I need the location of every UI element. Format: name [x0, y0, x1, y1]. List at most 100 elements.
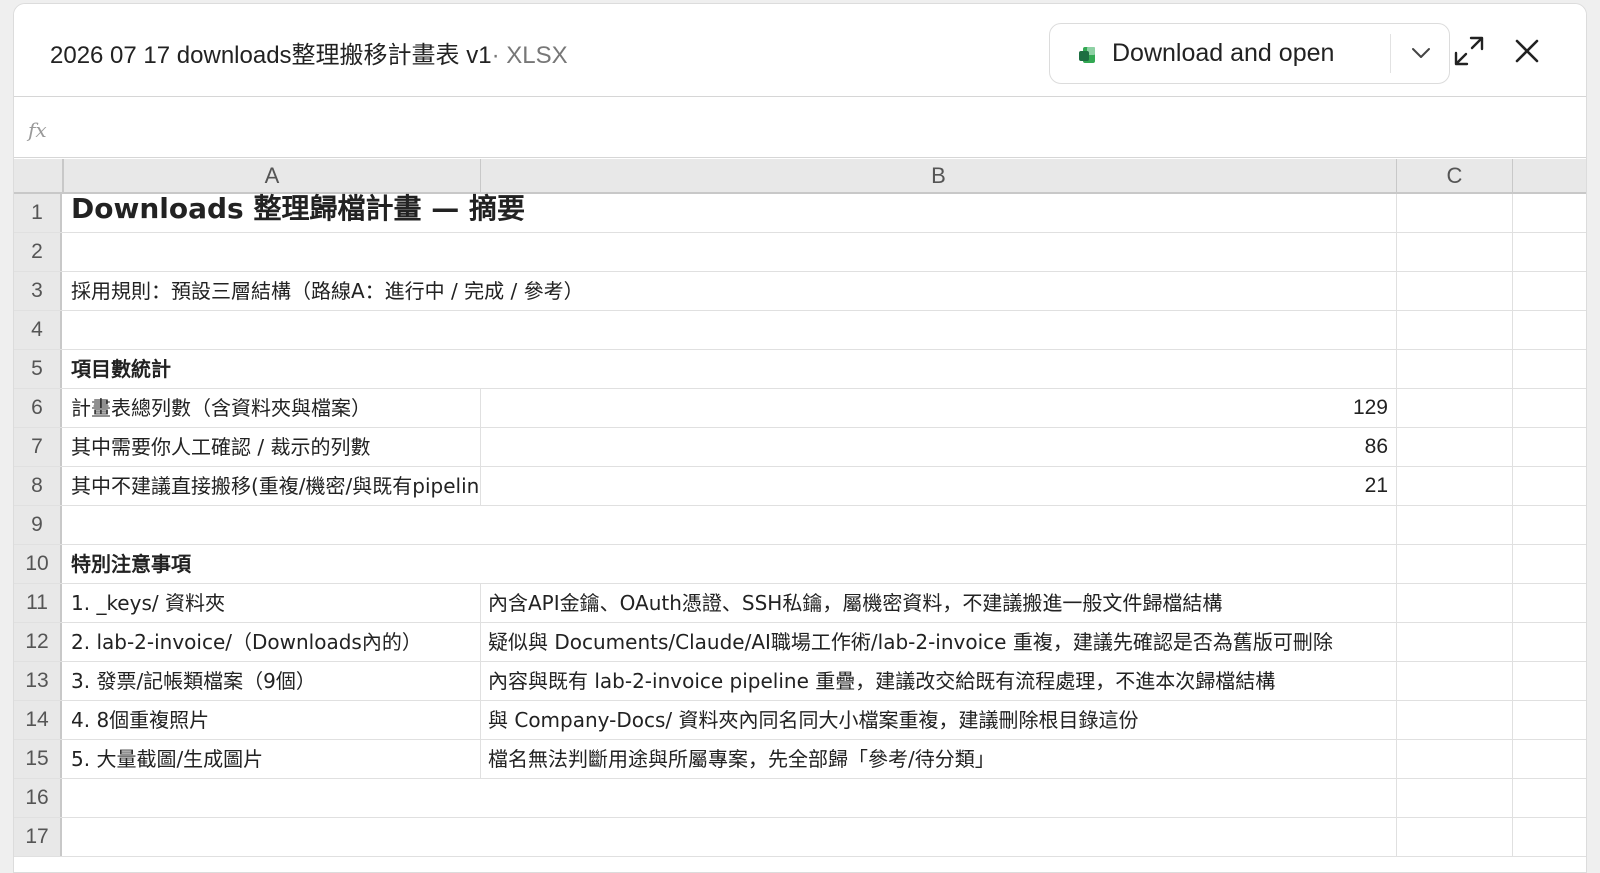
table-row: 10 特別注意事項: [14, 545, 1586, 584]
row-header[interactable]: 14: [14, 701, 62, 739]
cell-b5[interactable]: [481, 350, 1397, 388]
cell-a2[interactable]: [64, 233, 481, 271]
cell-d7[interactable]: [1513, 428, 1586, 466]
column-header-d[interactable]: [1513, 159, 1586, 192]
cell-d8[interactable]: [1513, 467, 1586, 505]
row-header[interactable]: 13: [14, 662, 62, 700]
cell-c10[interactable]: [1397, 545, 1513, 583]
cell-b13[interactable]: 內容與既有 lab-2-invoice pipeline 重疊，建議改交給既有流…: [481, 662, 1397, 700]
cell-a17[interactable]: [64, 818, 481, 856]
cell-c6[interactable]: [1397, 389, 1513, 427]
cell-b12[interactable]: 疑似與 Documents/Claude/AI職場工作術/lab-2-invoi…: [481, 623, 1397, 661]
row-header[interactable]: 8: [14, 467, 62, 505]
row-header[interactable]: 3: [14, 272, 62, 310]
cell-d5[interactable]: [1513, 350, 1586, 388]
row-header[interactable]: 2: [14, 233, 62, 271]
cell-d6[interactable]: [1513, 389, 1586, 427]
cell-a6[interactable]: 計畫表總列數（含資料夾與檔案）: [64, 389, 481, 427]
row-header[interactable]: 16: [14, 779, 62, 817]
cell-a7[interactable]: 其中需要你人工確認 / 裁示的列數: [64, 428, 481, 466]
cell-a10[interactable]: 特別注意事項: [64, 545, 481, 583]
cell-a1[interactable]: Downloads 整理歸檔計畫 — 摘要: [64, 194, 525, 232]
cell-d10[interactable]: [1513, 545, 1586, 583]
cell-b9[interactable]: [481, 506, 1397, 544]
row-header[interactable]: 1: [14, 194, 62, 232]
cell-a9[interactable]: [64, 506, 481, 544]
cell-a14[interactable]: 4. 8個重複照片: [64, 701, 481, 739]
column-header-a[interactable]: A: [64, 159, 481, 192]
cell-d12[interactable]: [1513, 623, 1586, 661]
row-header[interactable]: 12: [14, 623, 62, 661]
expand-button[interactable]: [1452, 34, 1486, 68]
table-row: 7 其中需要你人工確認 / 裁示的列數 86: [14, 428, 1586, 467]
cell-a11[interactable]: 1. _keys/ 資料夾: [64, 584, 481, 622]
cell-d9[interactable]: [1513, 506, 1586, 544]
cell-b14[interactable]: 與 Company-Docs/ 資料夾內同名同大小檔案重複，建議刪除根目錄這份: [481, 701, 1397, 739]
cell-b15[interactable]: 檔名無法判斷用途與所屬專案，先全部歸「參考/待分類」: [481, 740, 1397, 778]
cell-b11[interactable]: 內含API金鑰、OAuth憑證、SSH私鑰，屬機密資料，不建議搬進一般文件歸檔結…: [481, 584, 1397, 622]
row-header[interactable]: 7: [14, 428, 62, 466]
cell-c1[interactable]: [1397, 194, 1513, 232]
cell-d17[interactable]: [1513, 818, 1586, 856]
cell-c11[interactable]: [1397, 584, 1513, 622]
row-header[interactable]: 9: [14, 506, 62, 544]
cell-c17[interactable]: [1397, 818, 1513, 856]
formula-bar[interactable]: fx: [14, 98, 1586, 158]
cell-b16[interactable]: [481, 779, 1397, 817]
cell-b6[interactable]: 129: [481, 389, 1397, 427]
cell-d13[interactable]: [1513, 662, 1586, 700]
row-header[interactable]: 6: [14, 389, 62, 427]
cell-c3[interactable]: [1397, 272, 1513, 310]
cell-c9[interactable]: [1397, 506, 1513, 544]
column-header-c[interactable]: C: [1397, 159, 1513, 192]
row-header[interactable]: 11: [14, 584, 62, 622]
cell-c16[interactable]: [1397, 779, 1513, 817]
cell-b2[interactable]: [481, 233, 1397, 271]
cell-a16[interactable]: [64, 779, 481, 817]
cell-c2[interactable]: [1397, 233, 1513, 271]
cell-d3[interactable]: [1513, 272, 1586, 310]
cell-a4[interactable]: [64, 311, 481, 349]
cell-a3[interactable]: 採用規則：預設三層結構（路線A：進行中 / 完成 / 參考）: [64, 272, 584, 310]
download-and-open-button[interactable]: Download and open: [1050, 24, 1390, 83]
table-row: 1 Downloads 整理歸檔計畫 — 摘要: [14, 194, 1586, 233]
column-header-b[interactable]: B: [481, 159, 1397, 192]
cell-c14[interactable]: [1397, 701, 1513, 739]
close-button[interactable]: [1510, 34, 1544, 68]
cell-c12[interactable]: [1397, 623, 1513, 661]
cell-b3[interactable]: [481, 272, 1397, 310]
cell-c15[interactable]: [1397, 740, 1513, 778]
download-options-button[interactable]: [1392, 24, 1449, 83]
cell-c5[interactable]: [1397, 350, 1513, 388]
cell-c7[interactable]: [1397, 428, 1513, 466]
row-header[interactable]: 10: [14, 545, 62, 583]
cell-a15[interactable]: 5. 大量截圖/生成圖片: [64, 740, 481, 778]
cell-a5[interactable]: 項目數統計: [64, 350, 481, 388]
table-row: 6 計畫表總列數（含資料夾與檔案） 129: [14, 389, 1586, 428]
row-header[interactable]: 15: [14, 740, 62, 778]
row-header[interactable]: 17: [14, 818, 62, 856]
cell-b4[interactable]: [481, 311, 1397, 349]
cell-b17[interactable]: [481, 818, 1397, 856]
cell-c13[interactable]: [1397, 662, 1513, 700]
cell-b10[interactable]: [481, 545, 1397, 583]
cell-d2[interactable]: [1513, 233, 1586, 271]
cell-d11[interactable]: [1513, 584, 1586, 622]
row-header[interactable]: 4: [14, 311, 62, 349]
cell-a13[interactable]: 3. 發票/記帳類檔案（9個）: [64, 662, 481, 700]
cell-b1[interactable]: [481, 194, 1397, 232]
cell-c8[interactable]: [1397, 467, 1513, 505]
cell-a8[interactable]: 其中不建議直接搬移(重複/機密/與既有pipeline: [64, 467, 481, 505]
cell-b7[interactable]: 86: [481, 428, 1397, 466]
cell-d1[interactable]: [1513, 194, 1586, 232]
cell-d16[interactable]: [1513, 779, 1586, 817]
cell-d15[interactable]: [1513, 740, 1586, 778]
cell-d4[interactable]: [1513, 311, 1586, 349]
cell-d14[interactable]: [1513, 701, 1586, 739]
spreadsheet-grid[interactable]: A B C 1 Downloads 整理歸檔計畫 — 摘要 2 3 採用規則：預設三層結…: [14, 159, 1586, 872]
cell-c4[interactable]: [1397, 311, 1513, 349]
cell-b8[interactable]: 21: [481, 467, 1397, 505]
row-header[interactable]: 5: [14, 350, 62, 388]
cell-a12[interactable]: 2. lab-2-invoice/（Downloads內的）: [64, 623, 481, 661]
select-all-corner[interactable]: [14, 159, 64, 192]
